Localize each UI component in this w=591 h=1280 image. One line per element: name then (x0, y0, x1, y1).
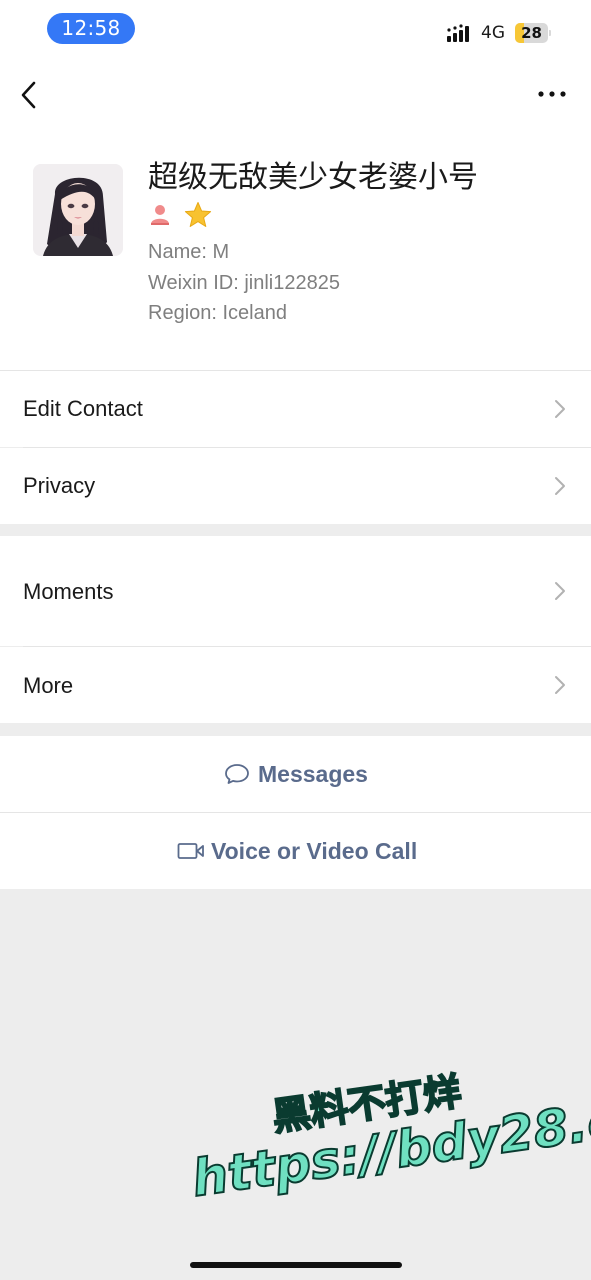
region-line: Region: Iceland (148, 300, 287, 326)
edit-contact-row[interactable]: Edit Contact (0, 371, 591, 447)
messages-button[interactable]: Messages (0, 736, 591, 812)
more-row[interactable]: More (0, 647, 591, 723)
edit-contact-label: Edit Contact (23, 396, 143, 421)
person-badge-icon (151, 205, 169, 225)
region-value: Iceland (222, 302, 288, 324)
weixin-id-value[interactable]: jinli122825 (244, 272, 340, 294)
privacy-row[interactable]: Privacy (0, 448, 591, 524)
star-icon (184, 202, 212, 227)
watermark: 黑料不打烊 https://bdy28.co (180, 1034, 591, 1248)
moments-label: Moments (23, 579, 114, 604)
watermark-title: 黑料不打烊 (269, 1068, 465, 1140)
chevron-right-icon (555, 676, 565, 694)
battery-level: 28 (521, 24, 542, 42)
watermark-url: https://bdy28.co (187, 1085, 591, 1209)
nav-bar (0, 58, 591, 133)
chevron-right-icon (555, 477, 565, 495)
name-value: M (212, 241, 230, 263)
battery-icon: 28 (515, 23, 551, 43)
back-icon[interactable] (18, 80, 42, 110)
avatar-image (33, 164, 123, 256)
network-type: 4G (481, 23, 505, 43)
chevron-right-icon (555, 400, 565, 418)
weixin-id-line: Weixin ID: jinli122825 (148, 270, 340, 296)
name-line: Name: M (148, 239, 229, 265)
more-icon[interactable] (534, 88, 570, 100)
moments-row[interactable]: Moments (0, 536, 591, 646)
video-camera-icon (177, 843, 204, 859)
voice-video-call-button[interactable]: Voice or Video Call (0, 813, 591, 889)
voice-video-call-label: Voice or Video Call (211, 837, 418, 864)
weixin-id-label: Weixin ID: (148, 272, 239, 294)
signal-icon (447, 24, 469, 42)
name-label: Name: (148, 241, 207, 263)
messages-label: Messages (258, 760, 368, 787)
status-bar: 12:58 4G 28 (0, 0, 591, 58)
chat-bubble-icon (225, 764, 249, 784)
chevron-right-icon (555, 582, 565, 600)
avatar[interactable] (33, 164, 123, 256)
status-time: 12:58 (47, 13, 135, 44)
home-indicator (190, 1262, 402, 1268)
contact-profile: 超级无敌美少女老婆小号 Name: M Weixin ID: jinli1228… (0, 133, 591, 370)
display-name: 超级无敌美少女老婆小号 (148, 160, 478, 195)
more-label: More (23, 673, 74, 698)
privacy-label: Privacy (23, 473, 96, 498)
region-label: Region: (148, 302, 217, 324)
